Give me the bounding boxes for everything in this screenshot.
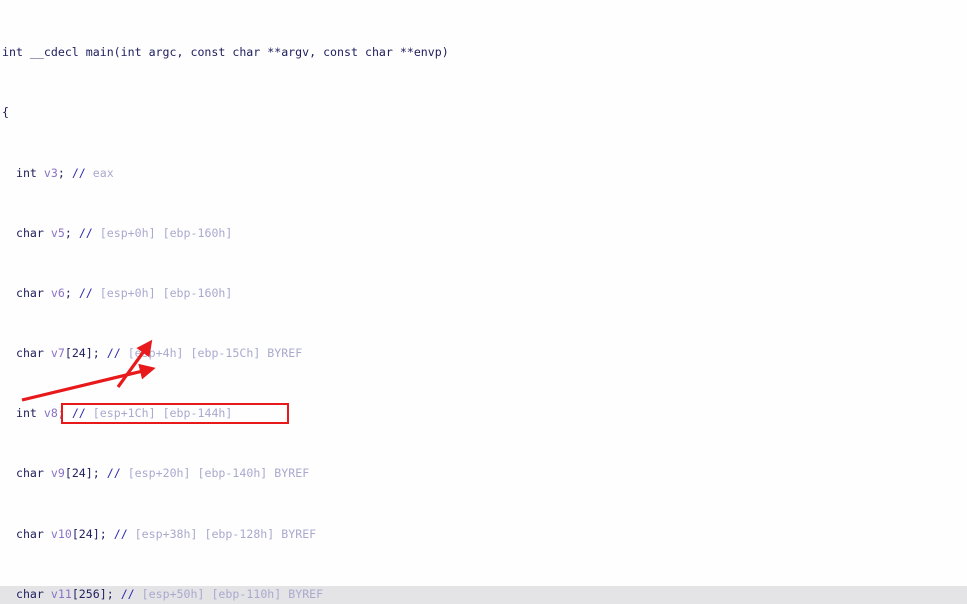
decompiler-window: int __cdecl main(int argc, const char **… xyxy=(0,0,967,604)
code-line[interactable]: char v5; // [esp+0h] [ebp-160h] xyxy=(0,226,967,241)
code-line[interactable]: char v10[24]; // [esp+38h] [ebp-128h] BY… xyxy=(0,527,967,542)
code-line[interactable]: int __cdecl main(int argc, const char **… xyxy=(0,45,967,60)
code-line[interactable]: char v7[24]; // [esp+4h] [ebp-15Ch] BYRE… xyxy=(0,346,967,361)
local-var-v11: v11 xyxy=(50,586,72,601)
local-var-v6: v6 xyxy=(50,285,65,300)
local-var-v3: v3 xyxy=(43,165,58,180)
code-line[interactable]: char v11[256]; // [esp+50h] [ebp-110h] B… xyxy=(0,587,967,602)
pseudocode-listing[interactable]: int __cdecl main(int argc, const char **… xyxy=(0,0,967,604)
code-line[interactable]: char v9[24]; // [esp+20h] [ebp-140h] BYR… xyxy=(0,466,967,481)
local-var-v5: v5 xyxy=(50,225,65,240)
code-line[interactable]: int v3; // eax xyxy=(0,166,967,181)
line-text: { xyxy=(2,105,9,120)
comment-body: eax xyxy=(92,165,114,180)
local-var-v10: v10 xyxy=(50,526,72,541)
local-var-v8: v8 xyxy=(43,406,58,421)
local-var-v9: v9 xyxy=(50,466,65,481)
line-text: int __cdecl main(int argc, const char **… xyxy=(2,45,449,60)
comment-marker: // xyxy=(71,165,93,180)
code-line[interactable]: int v8; // [esp+1Ch] [ebp-144h] xyxy=(0,406,967,421)
local-var-v7: v7 xyxy=(50,346,65,361)
code-line[interactable]: { xyxy=(0,105,967,120)
code-line[interactable]: char v6; // [esp+0h] [ebp-160h] xyxy=(0,286,967,301)
